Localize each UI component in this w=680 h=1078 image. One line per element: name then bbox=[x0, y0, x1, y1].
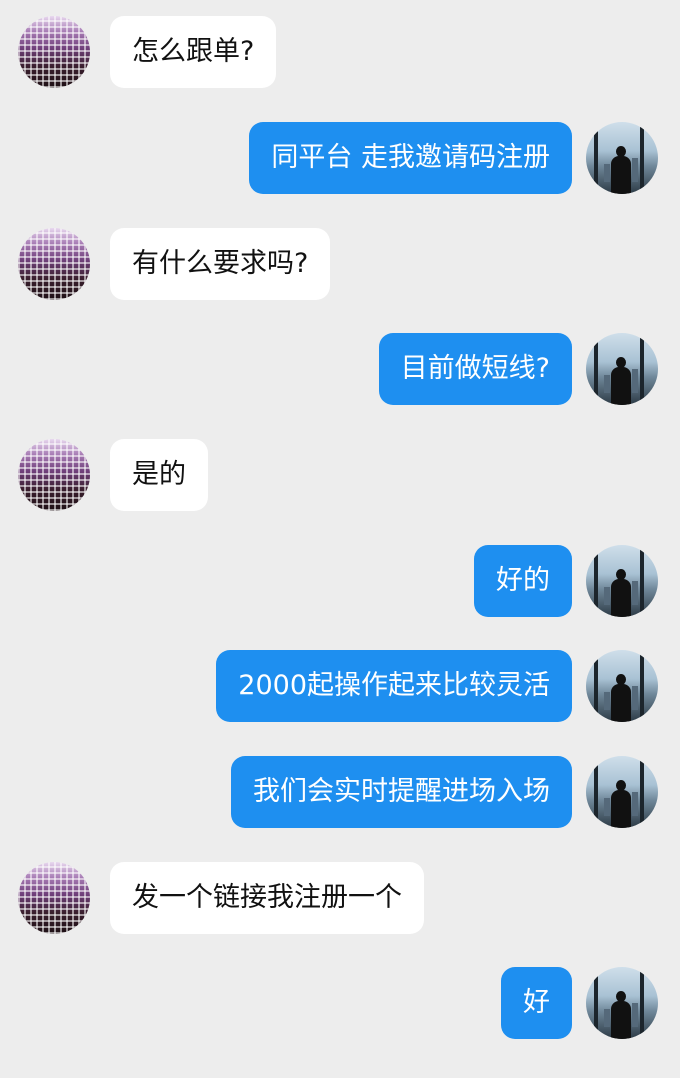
user-avatar[interactable] bbox=[586, 545, 658, 617]
user-avatar[interactable] bbox=[586, 967, 658, 1039]
user-avatar[interactable] bbox=[586, 756, 658, 828]
message-bubble-outgoing[interactable]: 我们会实时提醒进场入场 bbox=[231, 756, 572, 828]
contact-avatar[interactable] bbox=[18, 228, 90, 300]
message-bubble-incoming[interactable]: 是的 bbox=[110, 439, 208, 511]
user-avatar[interactable] bbox=[586, 333, 658, 405]
message-row-incoming: 怎么跟单? bbox=[0, 16, 680, 88]
user-avatar[interactable] bbox=[586, 122, 658, 194]
message-bubble-outgoing[interactable]: 好 bbox=[501, 967, 572, 1039]
user-avatar[interactable] bbox=[586, 650, 658, 722]
message-row-outgoing: 2000起操作起来比较灵活 bbox=[0, 650, 680, 722]
message-row-outgoing: 我们会实时提醒进场入场 bbox=[0, 756, 680, 828]
contact-avatar[interactable] bbox=[18, 16, 90, 88]
message-bubble-outgoing[interactable]: 好的 bbox=[474, 545, 572, 617]
message-bubble-incoming[interactable]: 怎么跟单? bbox=[110, 16, 277, 88]
message-row-outgoing: 好的 bbox=[0, 545, 680, 617]
message-row-outgoing: 好 bbox=[0, 967, 680, 1039]
message-row-incoming: 是的 bbox=[0, 439, 680, 511]
message-bubble-outgoing[interactable]: 2000起操作起来比较灵活 bbox=[216, 650, 572, 722]
chat-thread: 怎么跟单? 同平台 走我邀请码注册 有什么要求吗? 目前做短线? 是的 好的 2… bbox=[0, 0, 680, 1078]
message-row-incoming: 发一个链接我注册一个 bbox=[0, 862, 680, 934]
message-bubble-outgoing[interactable]: 同平台 走我邀请码注册 bbox=[249, 122, 572, 194]
message-bubble-incoming[interactable]: 发一个链接我注册一个 bbox=[110, 862, 424, 934]
message-bubble-incoming[interactable]: 有什么要求吗? bbox=[110, 228, 331, 300]
contact-avatar[interactable] bbox=[18, 439, 90, 511]
message-row-outgoing: 同平台 走我邀请码注册 bbox=[0, 122, 680, 194]
message-row-incoming: 有什么要求吗? bbox=[0, 228, 680, 300]
message-row-outgoing: 目前做短线? bbox=[0, 333, 680, 405]
message-bubble-outgoing[interactable]: 目前做短线? bbox=[378, 333, 572, 405]
contact-avatar[interactable] bbox=[18, 862, 90, 934]
